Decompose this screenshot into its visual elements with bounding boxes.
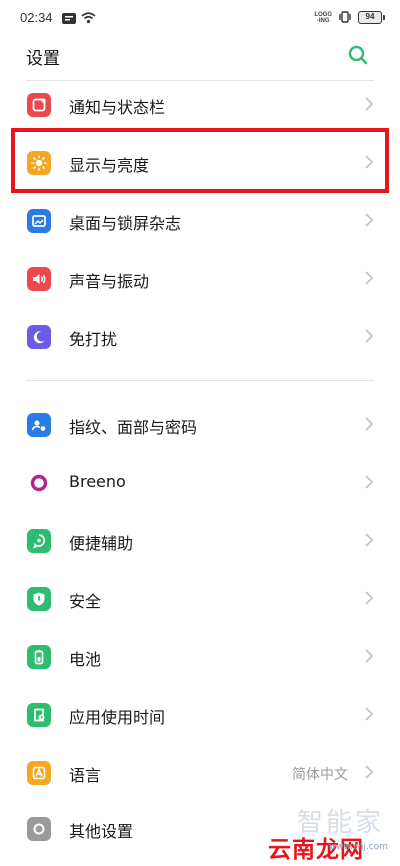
notification-icon <box>27 93 51 117</box>
settings-item-label: 声音与振动 <box>69 272 150 291</box>
battery-indicator: 94 <box>358 11 385 24</box>
settings-item-wallpaper[interactable]: 桌面与锁屏杂志 <box>0 192 400 250</box>
status-bar: 02:34 LOGG -ING 94 <box>0 0 400 34</box>
chevron-right-icon <box>365 329 374 343</box>
search-button[interactable] <box>346 43 370 67</box>
search-icon <box>348 45 368 65</box>
chevron-right-icon <box>365 765 374 779</box>
settings-item-label: 应用使用时间 <box>69 708 166 727</box>
status-time: 02:34 <box>20 10 53 25</box>
settings-item-label: 通知与状态栏 <box>69 98 166 117</box>
settings-item-label: 安全 <box>69 592 102 611</box>
wifi-icon <box>81 9 96 28</box>
header: 设置 <box>0 34 400 78</box>
status-right-icons: LOGG -ING 94 <box>314 8 385 27</box>
status-left-icons <box>62 9 96 28</box>
settings-item-language[interactable]: 语言 简体中文 <box>0 744 400 802</box>
battery-icon <box>27 645 51 669</box>
moon-icon <box>27 325 51 349</box>
settings-item-label: 桌面与锁屏杂志 <box>69 214 182 233</box>
settings-item-notifications[interactable]: 通知与状态栏 <box>0 76 400 134</box>
settings-item-label: 语言 <box>69 766 102 785</box>
chevron-right-icon <box>365 213 374 227</box>
settings-item-battery[interactable]: 电池 <box>0 628 400 686</box>
network-label-bottom: -ING <box>316 17 330 24</box>
chevron-right-icon <box>365 591 374 605</box>
chevron-right-icon <box>365 533 374 547</box>
shield-icon <box>27 587 51 611</box>
sound-icon <box>27 267 51 291</box>
page-title: 设置 <box>26 49 60 69</box>
wallpaper-icon <box>27 209 51 233</box>
language-icon <box>27 761 51 785</box>
settings-item-label: 免打扰 <box>69 330 118 349</box>
settings-item-label: 电池 <box>69 650 102 669</box>
chevron-right-icon <box>365 707 374 721</box>
app-usage-icon <box>27 703 51 727</box>
network-label-top: LOGG <box>314 11 332 18</box>
settings-item-app-usage-time[interactable]: 应用使用时间 <box>0 686 400 744</box>
chevron-right-icon <box>365 475 374 489</box>
watermark-url: www.znj.com <box>328 842 388 852</box>
assist-icon <box>27 529 51 553</box>
breeno-icon <box>27 471 51 495</box>
watermark: 智能家 云南龙网 www.znj.com <box>262 802 392 863</box>
settings-item-security[interactable]: 安全 <box>0 570 400 628</box>
settings-item-convenience-assist[interactable]: 便捷辅助 <box>0 512 400 570</box>
notification-card-icon <box>62 9 76 28</box>
chevron-right-icon <box>365 97 374 111</box>
settings-item-sound-vibration[interactable]: 声音与振动 <box>0 250 400 308</box>
highlight-box <box>11 128 389 193</box>
chevron-right-icon <box>365 417 374 431</box>
settings-item-do-not-disturb[interactable]: 免打扰 <box>0 308 400 366</box>
other-settings-icon <box>27 817 51 841</box>
settings-item-label: 便捷辅助 <box>69 534 134 553</box>
settings-item-label: 其他设置 <box>69 822 134 841</box>
settings-item-fingerprint-face-password[interactable]: 指纹、面部与密码 <box>0 396 400 454</box>
fingerprint-icon <box>27 413 51 437</box>
settings-item-label: Breeno <box>69 472 126 491</box>
chevron-right-icon <box>365 649 374 663</box>
vibrate-icon <box>338 8 352 27</box>
chevron-right-icon <box>365 271 374 285</box>
network-status: LOGG -ING <box>314 12 332 24</box>
settings-item-breeno[interactable]: Breeno <box>0 454 400 512</box>
section-divider <box>26 380 374 381</box>
settings-item-label: 指纹、面部与密码 <box>69 418 198 437</box>
language-value: 简体中文 <box>292 767 348 783</box>
